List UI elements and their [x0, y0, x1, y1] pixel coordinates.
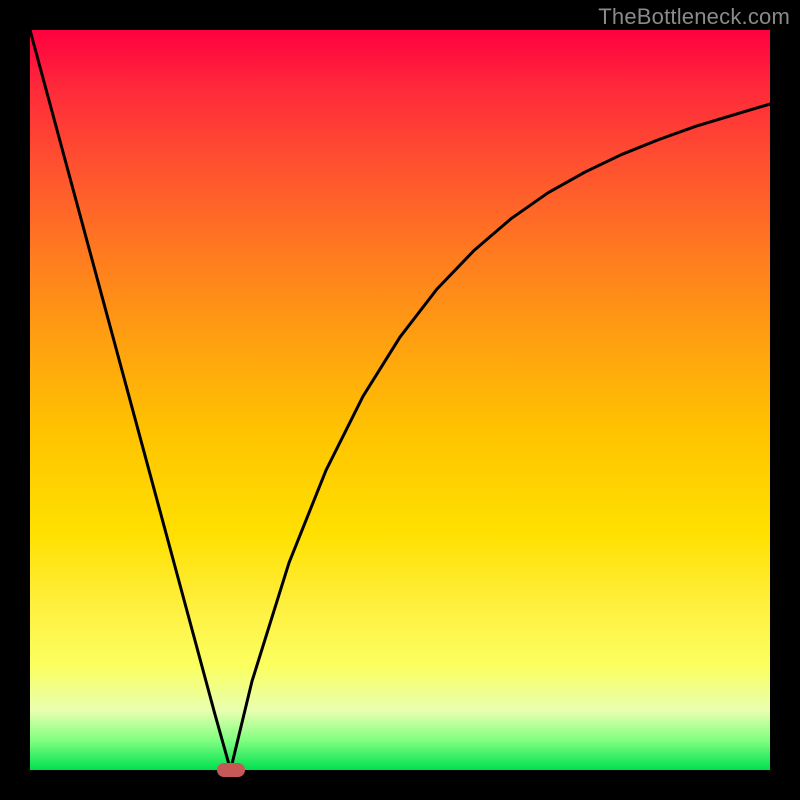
- min-point-marker: [217, 763, 245, 777]
- watermark-text: TheBottleneck.com: [598, 4, 790, 30]
- curve-layer: [30, 30, 770, 770]
- plot-area: [30, 30, 770, 770]
- chart-frame: TheBottleneck.com: [0, 0, 800, 800]
- curve-left-branch: [30, 30, 231, 770]
- curve-right-branch: [231, 104, 770, 770]
